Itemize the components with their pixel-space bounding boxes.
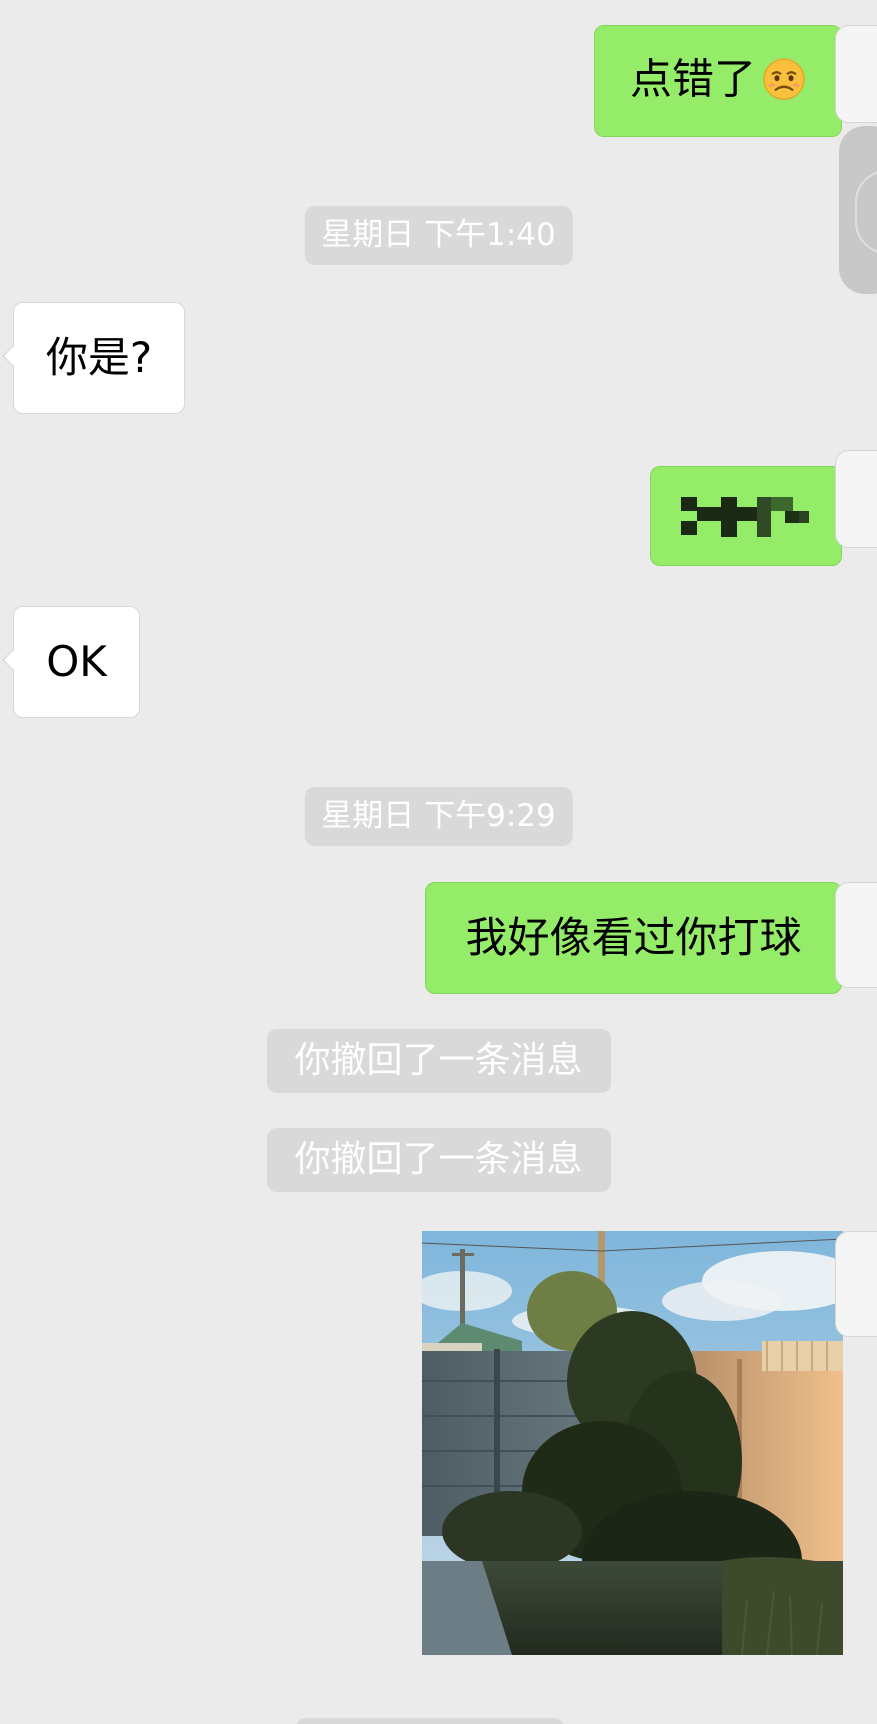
message-text: 点错了 bbox=[629, 54, 756, 104]
my-avatar[interactable] bbox=[835, 25, 877, 123]
partial-timestamp bbox=[296, 1718, 564, 1724]
outgoing-message-bubble[interactable] bbox=[650, 466, 854, 566]
worried-face-emoji-icon bbox=[763, 58, 805, 100]
floating-assistive-touch-button[interactable] bbox=[839, 126, 877, 294]
incoming-message-bubble[interactable]: 你是? bbox=[2, 302, 185, 414]
my-avatar[interactable] bbox=[835, 882, 877, 988]
message-text: OK bbox=[46, 637, 107, 686]
chat-message-list[interactable]: 点错了 星期日 下午1:40 你是? OK 星期日 下午9:29 我好像看过你打… bbox=[0, 0, 877, 1724]
pixelated-content bbox=[681, 497, 809, 537]
message-text: 我好像看过你打球 bbox=[465, 913, 802, 962]
assistive-touch-ring bbox=[855, 170, 877, 254]
recall-notice: 你撤回了一条消息 bbox=[266, 1128, 611, 1192]
photo-fence-tree bbox=[422, 1231, 843, 1655]
recall-notice: 你撤回了一条消息 bbox=[266, 1029, 611, 1093]
outgoing-message-bubble[interactable]: 我好像看过你打球 bbox=[425, 882, 854, 994]
incoming-message-bubble[interactable]: OK bbox=[2, 606, 140, 718]
timestamp: 星期日 下午1:40 bbox=[304, 206, 573, 265]
message-content: 点错了 bbox=[595, 58, 841, 104]
outgoing-message-bubble[interactable]: 点错了 bbox=[594, 25, 854, 137]
timestamp: 星期日 下午9:29 bbox=[304, 787, 573, 846]
image-message[interactable] bbox=[422, 1231, 843, 1655]
my-avatar[interactable] bbox=[835, 450, 877, 548]
message-text: 你是? bbox=[45, 333, 153, 382]
my-avatar[interactable] bbox=[835, 1231, 877, 1337]
